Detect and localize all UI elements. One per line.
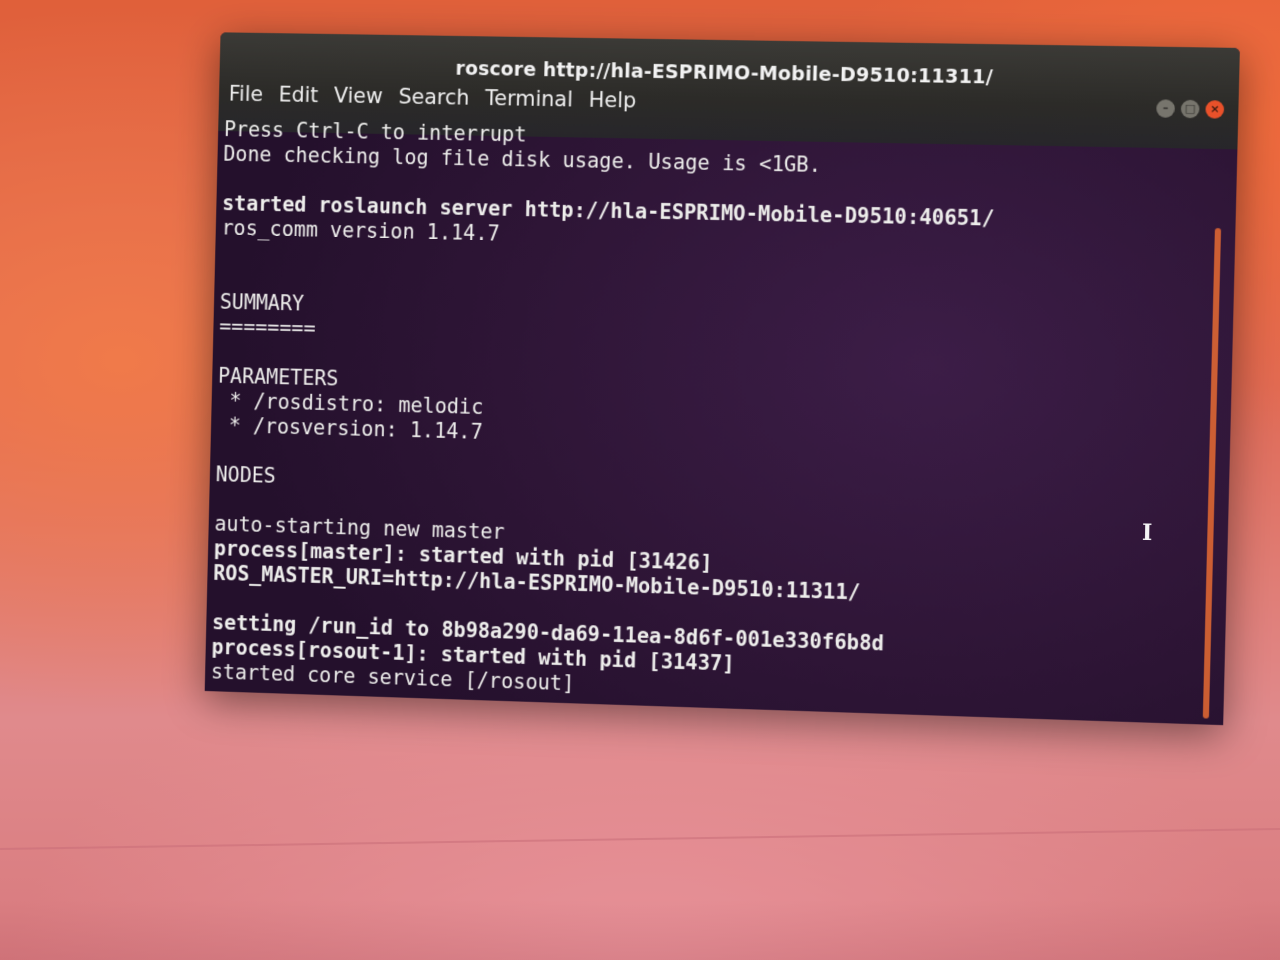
menu-file[interactable]: File xyxy=(228,80,263,108)
desk-edge xyxy=(0,828,1280,850)
text-cursor-icon: I xyxy=(1142,520,1153,546)
menu-help[interactable]: Help xyxy=(588,86,636,115)
close-icon[interactable]: × xyxy=(1205,100,1224,119)
menu-terminal[interactable]: Terminal xyxy=(485,84,573,113)
menu-view[interactable]: View xyxy=(334,82,383,111)
menu-search[interactable]: Search xyxy=(398,83,470,112)
maximize-icon[interactable]: □ xyxy=(1181,100,1200,119)
menu-edit[interactable]: Edit xyxy=(278,81,318,109)
desk-shadow xyxy=(0,900,1280,960)
terminal-window[interactable]: roscore http://hla-ESPRIMO-Mobile-D9510:… xyxy=(205,32,1240,725)
window-controls: – □ × xyxy=(1156,99,1224,118)
minimize-icon[interactable]: – xyxy=(1156,99,1175,118)
terminal-output[interactable]: Press Ctrl-C to interrupt Done checking l… xyxy=(205,113,1216,724)
